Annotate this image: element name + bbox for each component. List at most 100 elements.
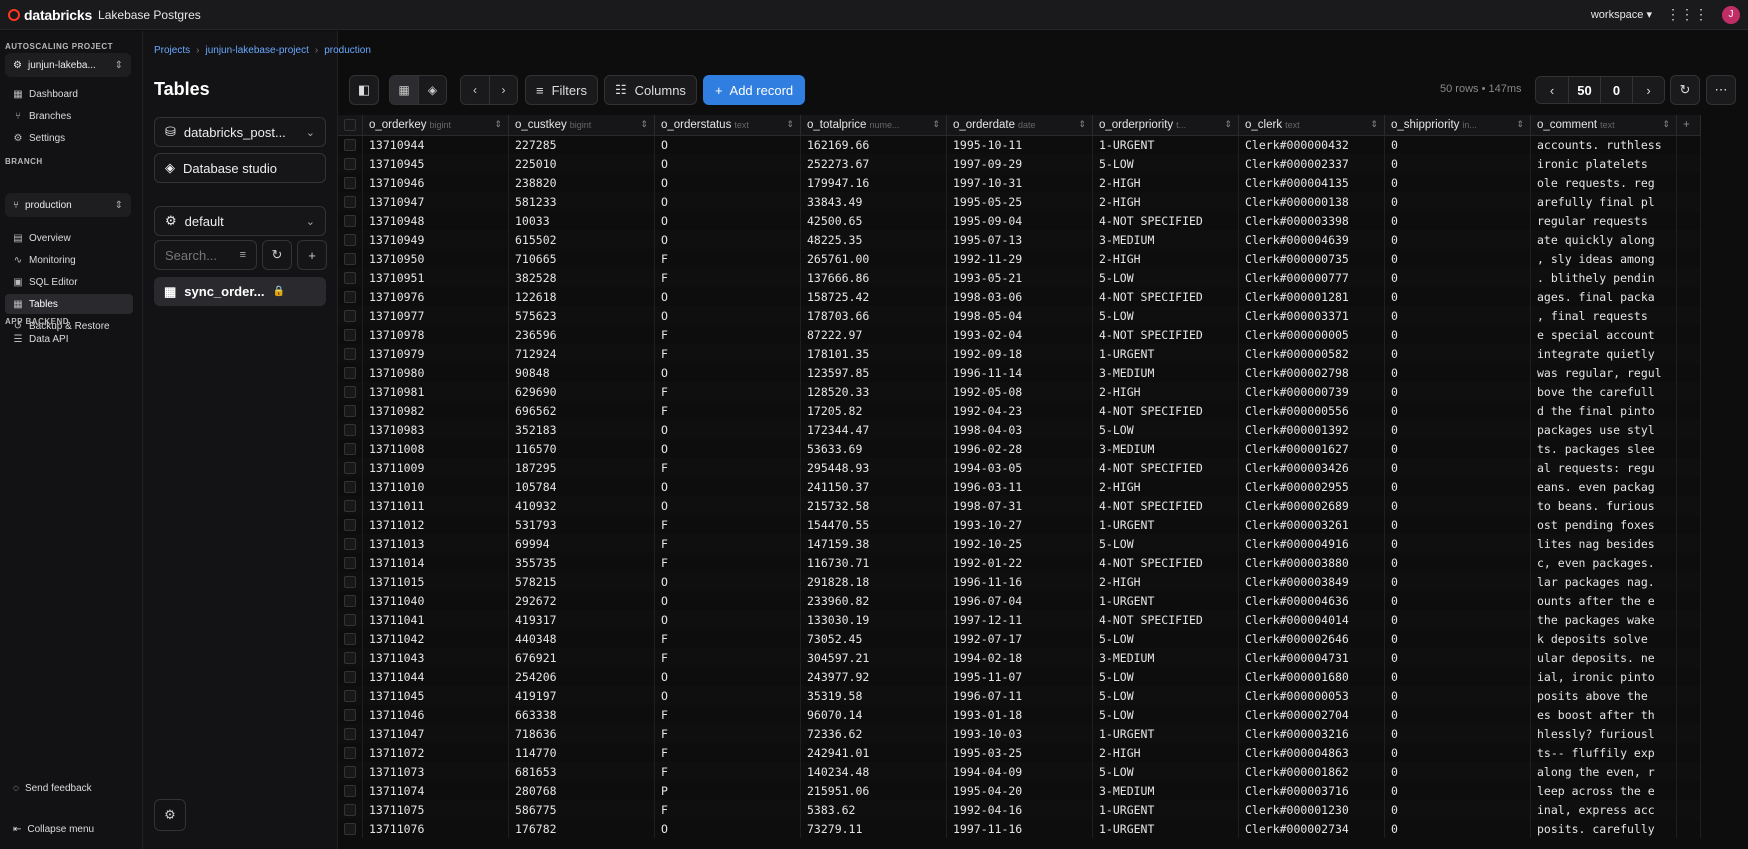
row-checkbox-cell[interactable] [338, 534, 363, 553]
cell-o-comment[interactable]: packages use styl [1530, 420, 1677, 439]
cell-o-orderstatus[interactable]: F [654, 743, 801, 762]
cell-o-totalprice[interactable]: 42500.65 [800, 211, 947, 230]
checkbox[interactable] [344, 442, 356, 455]
cell-o-comment[interactable]: leep across the e [1530, 781, 1677, 800]
cell-o-shippriority[interactable]: 0 [1384, 553, 1531, 572]
cell-o-orderstatus[interactable]: F [654, 401, 801, 420]
cell-o-orderdate[interactable]: 1992-10-25 [946, 534, 1093, 553]
cell-o-orderstatus[interactable]: F [654, 724, 801, 743]
cell-o-clerk[interactable]: Clerk#000004731 [1238, 648, 1385, 667]
cell-o-shippriority[interactable]: 0 [1384, 667, 1531, 686]
cell-o-custkey[interactable]: 663338 [508, 705, 655, 724]
cell-o-orderdate[interactable]: 1993-01-18 [946, 705, 1093, 724]
prev-page-button[interactable]: ‹ [1536, 77, 1568, 103]
cell-o-shippriority[interactable]: 0 [1384, 344, 1531, 363]
cell-o-custkey[interactable]: 419317 [508, 610, 655, 629]
row-checkbox-cell[interactable] [338, 363, 363, 382]
cell-o-totalprice[interactable]: 5383.62 [800, 800, 947, 819]
column-header-o-orderpriority[interactable]: o_orderpriority t... ⇕ [1092, 115, 1239, 136]
cell-o-totalprice[interactable]: 178101.35 [800, 344, 947, 363]
sidebar-item-dashboard[interactable]: ▦ Dashboard [5, 84, 133, 104]
refresh-button[interactable]: ↻ [1670, 75, 1700, 105]
cell-o-orderkey[interactable]: 13711045 [362, 686, 509, 705]
cell-o-shippriority[interactable]: 0 [1384, 154, 1531, 173]
cell-o-orderstatus[interactable]: F [654, 268, 801, 287]
cell-o-totalprice[interactable]: 162169.66 [800, 135, 947, 154]
checkbox[interactable] [344, 765, 356, 778]
cell-o-orderpriority[interactable]: 4-NOT SPECIFIED [1092, 553, 1239, 572]
cell-o-comment[interactable]: posits. carefully [1530, 819, 1677, 838]
table-row[interactable]: 13710951 382528 F 137666.86 1993-05-21 5-LOW C… [338, 268, 1701, 287]
cell-o-comment[interactable]: , sly ideas among [1530, 249, 1677, 268]
checkbox[interactable] [344, 613, 356, 626]
checkbox[interactable] [344, 746, 356, 759]
cell-o-orderstatus[interactable]: O [654, 819, 801, 838]
row-checkbox-cell[interactable] [338, 230, 363, 249]
checkbox[interactable] [344, 423, 356, 436]
sidebar-item-tables[interactable]: ▦ Tables [5, 294, 133, 314]
cell-o-comment[interactable]: es boost after th [1530, 705, 1677, 724]
cell-o-custkey[interactable]: 114770 [508, 743, 655, 762]
grid-view-button[interactable]: ▦ [390, 76, 418, 104]
sidebar-item-data-api[interactable]: ☰ Data API [5, 329, 133, 349]
cell-o-shippriority[interactable]: 0 [1384, 686, 1531, 705]
row-checkbox-cell[interactable] [338, 325, 363, 344]
checkbox[interactable] [344, 157, 356, 170]
cell-o-clerk[interactable]: Clerk#000003261 [1238, 515, 1385, 534]
cell-o-orderpriority[interactable]: 1-URGENT [1092, 135, 1239, 154]
checkbox[interactable] [344, 651, 356, 664]
cell-o-totalprice[interactable]: 252273.67 [800, 154, 947, 173]
cell-o-clerk[interactable]: Clerk#000001862 [1238, 762, 1385, 781]
table-row[interactable]: 13711041 419317 O 133030.19 1997-12-11 4-NOT … [338, 610, 1701, 629]
checkbox[interactable] [344, 290, 356, 303]
sidebar-item-branches[interactable]: ⑂ Branches [5, 106, 133, 126]
schema-view-button[interactable]: ◈ [418, 76, 446, 104]
column-header-o-clerk[interactable]: o_clerk text ⇕ [1238, 115, 1385, 136]
row-checkbox-cell[interactable] [338, 496, 363, 515]
forward-button[interactable]: › [489, 76, 517, 104]
cell-o-clerk[interactable]: Clerk#000002704 [1238, 705, 1385, 724]
table-row[interactable]: 13711074 280768 P 215951.06 1995-04-20 3-MEDI… [338, 781, 1701, 800]
cell-o-orderdate[interactable]: 1993-02-04 [946, 325, 1093, 344]
cell-o-orderkey[interactable]: 13710983 [362, 420, 509, 439]
row-checkbox-cell[interactable] [338, 648, 363, 667]
cell-o-totalprice[interactable]: 233960.82 [800, 591, 947, 610]
cell-o-orderkey[interactable]: 13711011 [362, 496, 509, 515]
cell-o-orderkey[interactable]: 13710948 [362, 211, 509, 230]
refresh-tables-button[interactable]: ↻ [262, 240, 292, 270]
cell-o-orderstatus[interactable]: O [654, 306, 801, 325]
cell-o-clerk[interactable]: Clerk#000003716 [1238, 781, 1385, 800]
cell-o-orderdate[interactable]: 1995-04-20 [946, 781, 1093, 800]
cell-o-orderpriority[interactable]: 1-URGENT [1092, 800, 1239, 819]
cell-o-custkey[interactable]: 122618 [508, 287, 655, 306]
cell-o-orderstatus[interactable]: P [654, 781, 801, 800]
cell-o-orderdate[interactable]: 1996-03-11 [946, 477, 1093, 496]
table-row[interactable]: 13711043 676921 F 304597.21 1994-02-18 3-MEDI… [338, 648, 1701, 667]
cell-o-orderkey[interactable]: 13711041 [362, 610, 509, 629]
checkbox[interactable] [344, 803, 356, 816]
cell-o-orderpriority[interactable]: 3-MEDIUM [1092, 781, 1239, 800]
row-checkbox-cell[interactable] [338, 173, 363, 192]
cell-o-orderstatus[interactable]: O [654, 591, 801, 610]
checkbox[interactable] [344, 366, 356, 379]
breadcrumb-branch[interactable]: production [324, 45, 371, 56]
cell-o-shippriority[interactable]: 0 [1384, 268, 1531, 287]
cell-o-comment[interactable]: ages. final packa [1530, 287, 1677, 306]
cell-o-custkey[interactable]: 710665 [508, 249, 655, 268]
column-header-o-comment[interactable]: o_comment text ⇕ [1530, 115, 1677, 136]
checkbox[interactable] [344, 385, 356, 398]
cell-o-totalprice[interactable]: 87222.97 [800, 325, 947, 344]
cell-o-custkey[interactable]: 236596 [508, 325, 655, 344]
checkbox[interactable] [344, 138, 356, 151]
cell-o-orderstatus[interactable]: O [654, 363, 801, 382]
table-row[interactable]: 13711008 116570 O 53633.69 1996-02-28 3-MEDIU… [338, 439, 1701, 458]
cell-o-orderpriority[interactable]: 1-URGENT [1092, 344, 1239, 363]
cell-o-shippriority[interactable]: 0 [1384, 306, 1531, 325]
cell-o-clerk[interactable]: Clerk#000004863 [1238, 743, 1385, 762]
cell-o-orderdate[interactable]: 1995-10-11 [946, 135, 1093, 154]
cell-o-clerk[interactable]: Clerk#000002734 [1238, 819, 1385, 838]
cell-o-orderpriority[interactable]: 5-LOW [1092, 667, 1239, 686]
checkbox[interactable] [344, 784, 356, 797]
cell-o-comment[interactable]: bove the carefull [1530, 382, 1677, 401]
add-record-button[interactable]: + Add record [702, 75, 806, 105]
